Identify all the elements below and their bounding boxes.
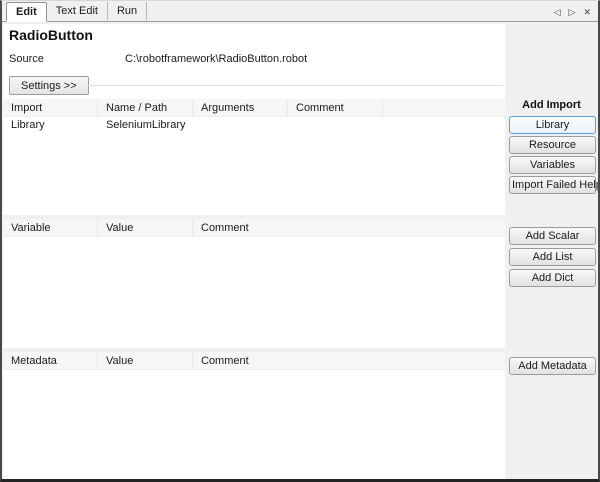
variable-table-header: Variable Value Comment xyxy=(3,219,505,237)
source-path: C:\robotframework\RadioButton.robot xyxy=(125,53,307,65)
add-library-button[interactable]: Library xyxy=(509,116,596,134)
metadata-table-header: Metadata Value Comment xyxy=(3,352,505,370)
import-failed-help-button[interactable]: Import Failed Help xyxy=(509,176,596,194)
column-header-value: Value xyxy=(98,352,193,369)
tab-bar: Edit Text Edit Run ◁ ▷ ✕ xyxy=(2,1,598,22)
settings-toggle-button[interactable]: Settings >> xyxy=(9,76,89,95)
column-header-import: Import xyxy=(3,99,98,116)
tab-text-edit[interactable]: Text Edit xyxy=(47,2,108,20)
import-comment-cell[interactable] xyxy=(288,117,383,133)
column-header-comment: Comment xyxy=(193,352,505,369)
column-header-variable: Variable xyxy=(3,219,98,236)
add-list-button[interactable]: Add List xyxy=(509,248,596,266)
source-label: Source xyxy=(9,53,44,65)
import-arguments-cell[interactable] xyxy=(193,117,288,133)
variable-table: Variable Value Comment xyxy=(3,219,505,348)
column-header-arguments: Arguments xyxy=(193,99,288,116)
settings-divider xyxy=(87,85,503,86)
column-header-value: Value xyxy=(98,219,193,236)
column-header-metadata: Metadata xyxy=(3,352,98,369)
table-row[interactable]: Library SeleniumLibrary xyxy=(3,117,505,133)
import-table-header: Import Name / Path Arguments Comment xyxy=(3,99,505,117)
column-header-comment: Comment xyxy=(288,99,383,116)
add-variables-button[interactable]: Variables xyxy=(509,156,596,174)
add-metadata-button[interactable]: Add Metadata xyxy=(509,357,596,375)
metadata-table: Metadata Value Comment xyxy=(3,352,505,482)
add-import-label: Add Import xyxy=(505,99,598,111)
import-name-cell[interactable]: SeleniumLibrary xyxy=(98,117,193,133)
add-resource-button[interactable]: Resource xyxy=(509,136,596,154)
close-tab-icon[interactable]: ✕ xyxy=(583,8,591,17)
editor-body: RadioButton Source C:\robotframework\Rad… xyxy=(2,23,598,479)
import-extra-cell[interactable] xyxy=(383,117,505,133)
action-button-panel: Add Import Library Resource Variables Im… xyxy=(505,24,598,479)
column-header-comment: Comment xyxy=(193,219,505,236)
tab-controls: ◁ ▷ ✕ xyxy=(554,8,598,21)
page-title: RadioButton xyxy=(9,27,93,43)
tab-run[interactable]: Run xyxy=(108,2,147,20)
column-header-blank xyxy=(383,99,505,116)
scroll-tabs-right-icon[interactable]: ▷ xyxy=(569,8,576,17)
add-dict-button[interactable]: Add Dict xyxy=(509,269,596,287)
ride-editor-window: Edit Text Edit Run ◁ ▷ ✕ RadioButton Sou… xyxy=(0,0,600,482)
add-scalar-button[interactable]: Add Scalar xyxy=(509,227,596,245)
scroll-tabs-left-icon[interactable]: ◁ xyxy=(554,8,561,17)
tab-edit[interactable]: Edit xyxy=(6,2,47,22)
import-table: Import Name / Path Arguments Comment Lib… xyxy=(3,99,505,215)
import-type-cell[interactable]: Library xyxy=(3,117,98,133)
suite-editor-panel: RadioButton Source C:\robotframework\Rad… xyxy=(3,24,505,477)
column-header-name-path: Name / Path xyxy=(98,99,193,116)
